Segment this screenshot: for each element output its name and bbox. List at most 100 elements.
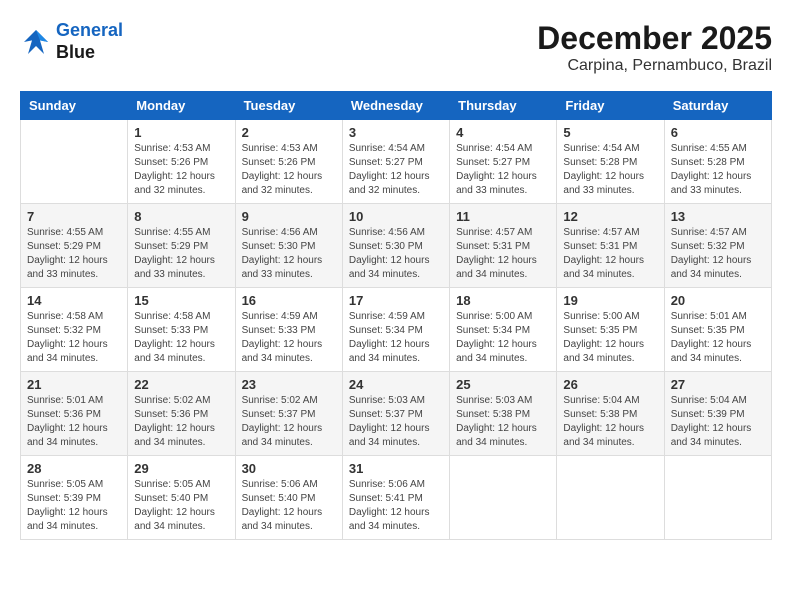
calendar-cell: 23 Sunrise: 5:02 AM Sunset: 5:37 PM Dayli… bbox=[235, 372, 342, 456]
title-section: December 2025 Carpina, Pernambuco, Brazi… bbox=[537, 20, 772, 75]
day-number: 27 bbox=[671, 377, 765, 392]
col-header-wednesday: Wednesday bbox=[342, 92, 449, 120]
page-subtitle: Carpina, Pernambuco, Brazil bbox=[537, 57, 772, 75]
day-info: Sunrise: 5:05 AM Sunset: 5:40 PM Dayligh… bbox=[134, 478, 228, 534]
day-info: Sunrise: 4:56 AM Sunset: 5:30 PM Dayligh… bbox=[242, 226, 336, 282]
day-number: 14 bbox=[27, 293, 121, 308]
day-info: Sunrise: 4:57 AM Sunset: 5:32 PM Dayligh… bbox=[671, 226, 765, 282]
calendar-cell: 30Sunrise: 5:06 AM Sunset: 5:40 PM Dayli… bbox=[235, 456, 342, 540]
day-info: Sunrise: 4:59 AM Sunset: 5:33 PM Dayligh… bbox=[242, 310, 336, 366]
calendar-cell: 9Sunrise: 4:56 AM Sunset: 5:30 PM Daylig… bbox=[235, 204, 342, 288]
day-number: 16 bbox=[242, 293, 336, 308]
calendar-cell bbox=[21, 120, 128, 204]
calendar-cell: 4 Sunrise: 4:54 AM Sunset: 5:27 PM Daylig… bbox=[450, 120, 557, 204]
day-number: 11 bbox=[456, 209, 550, 224]
day-number: 3 bbox=[349, 125, 443, 140]
col-header-friday: Friday bbox=[557, 92, 664, 120]
day-info: Sunrise: 4:53 AM Sunset: 5:26 PM Dayligh… bbox=[134, 142, 228, 198]
calendar-cell: 8Sunrise: 4:55 AM Sunset: 5:29 PM Daylig… bbox=[128, 204, 235, 288]
calendar-cell: 29 Sunrise: 5:05 AM Sunset: 5:40 PM Dayli… bbox=[128, 456, 235, 540]
day-number: 29 bbox=[134, 461, 228, 476]
calendar-cell: 7Sunrise: 4:55 AM Sunset: 5:29 PM Daylig… bbox=[21, 204, 128, 288]
col-header-tuesday: Tuesday bbox=[235, 92, 342, 120]
calendar-week-5: 28 Sunrise: 5:05 AM Sunset: 5:39 PM Dayli… bbox=[21, 456, 772, 540]
day-number: 2 bbox=[242, 125, 336, 140]
day-number: 13 bbox=[671, 209, 765, 224]
calendar-cell: 17Sunrise: 4:59 AM Sunset: 5:34 PM Dayli… bbox=[342, 288, 449, 372]
day-number: 1 bbox=[134, 125, 228, 140]
day-number: 18 bbox=[456, 293, 550, 308]
day-number: 5 bbox=[563, 125, 657, 140]
day-info: Sunrise: 5:00 AM Sunset: 5:34 PM Dayligh… bbox=[456, 310, 550, 366]
calendar-cell: 20Sunrise: 5:01 AM Sunset: 5:35 PM Dayli… bbox=[664, 288, 771, 372]
calendar-cell bbox=[664, 456, 771, 540]
day-number: 26 bbox=[563, 377, 657, 392]
calendar-cell: 5 Sunrise: 4:54 AM Sunset: 5:28 PM Daylig… bbox=[557, 120, 664, 204]
day-number: 28 bbox=[27, 461, 121, 476]
calendar-week-4: 21Sunrise: 5:01 AM Sunset: 5:36 PM Dayli… bbox=[21, 372, 772, 456]
calendar-week-3: 14 Sunrise: 4:58 AM Sunset: 5:32 PM Dayli… bbox=[21, 288, 772, 372]
day-info: Sunrise: 4:53 AM Sunset: 5:26 PM Dayligh… bbox=[242, 142, 336, 198]
day-info: Sunrise: 5:03 AM Sunset: 5:37 PM Dayligh… bbox=[349, 394, 443, 450]
day-info: Sunrise: 5:05 AM Sunset: 5:39 PM Dayligh… bbox=[27, 478, 121, 534]
col-header-sunday: Sunday bbox=[21, 92, 128, 120]
calendar-cell: 26Sunrise: 5:04 AM Sunset: 5:38 PM Dayli… bbox=[557, 372, 664, 456]
day-number: 24 bbox=[349, 377, 443, 392]
day-info: Sunrise: 4:54 AM Sunset: 5:27 PM Dayligh… bbox=[456, 142, 550, 198]
day-info: Sunrise: 5:00 AM Sunset: 5:35 PM Dayligh… bbox=[563, 310, 657, 366]
calendar-cell: 27Sunrise: 5:04 AM Sunset: 5:39 PM Dayli… bbox=[664, 372, 771, 456]
calendar-cell: 31 Sunrise: 5:06 AM Sunset: 5:41 PM Dayli… bbox=[342, 456, 449, 540]
calendar-cell: 28 Sunrise: 5:05 AM Sunset: 5:39 PM Dayli… bbox=[21, 456, 128, 540]
day-number: 19 bbox=[563, 293, 657, 308]
calendar-cell: 6 Sunrise: 4:55 AM Sunset: 5:28 PM Daylig… bbox=[664, 120, 771, 204]
day-info: Sunrise: 4:55 AM Sunset: 5:29 PM Dayligh… bbox=[134, 226, 228, 282]
day-number: 30 bbox=[242, 461, 336, 476]
day-info: Sunrise: 5:02 AM Sunset: 5:37 PM Dayligh… bbox=[242, 394, 336, 450]
day-info: Sunrise: 4:55 AM Sunset: 5:28 PM Dayligh… bbox=[671, 142, 765, 198]
calendar-cell: 21Sunrise: 5:01 AM Sunset: 5:36 PM Dayli… bbox=[21, 372, 128, 456]
calendar-cell: 2 Sunrise: 4:53 AM Sunset: 5:26 PM Daylig… bbox=[235, 120, 342, 204]
page-title: December 2025 bbox=[537, 20, 772, 57]
col-header-monday: Monday bbox=[128, 92, 235, 120]
logo-icon bbox=[20, 26, 52, 58]
calendar-cell: 15Sunrise: 4:58 AM Sunset: 5:33 PM Dayli… bbox=[128, 288, 235, 372]
header: General Blue December 2025 Carpina, Pern… bbox=[20, 20, 772, 75]
calendar-cell bbox=[557, 456, 664, 540]
calendar-cell: 3Sunrise: 4:54 AM Sunset: 5:27 PM Daylig… bbox=[342, 120, 449, 204]
logo-line1: General bbox=[56, 20, 123, 40]
day-number: 21 bbox=[27, 377, 121, 392]
day-info: Sunrise: 5:02 AM Sunset: 5:36 PM Dayligh… bbox=[134, 394, 228, 450]
day-number: 10 bbox=[349, 209, 443, 224]
day-number: 6 bbox=[671, 125, 765, 140]
day-info: Sunrise: 4:58 AM Sunset: 5:33 PM Dayligh… bbox=[134, 310, 228, 366]
calendar-cell: 16 Sunrise: 4:59 AM Sunset: 5:33 PM Dayli… bbox=[235, 288, 342, 372]
day-number: 23 bbox=[242, 377, 336, 392]
day-number: 31 bbox=[349, 461, 443, 476]
logo: General Blue bbox=[20, 20, 123, 63]
calendar-cell: 25Sunrise: 5:03 AM Sunset: 5:38 PM Dayli… bbox=[450, 372, 557, 456]
calendar-week-1: 1 Sunrise: 4:53 AM Sunset: 5:26 PM Daylig… bbox=[21, 120, 772, 204]
calendar-cell: 12 Sunrise: 4:57 AM Sunset: 5:31 PM Dayli… bbox=[557, 204, 664, 288]
calendar-cell bbox=[450, 456, 557, 540]
day-info: Sunrise: 4:57 AM Sunset: 5:31 PM Dayligh… bbox=[563, 226, 657, 282]
col-header-thursday: Thursday bbox=[450, 92, 557, 120]
day-number: 17 bbox=[349, 293, 443, 308]
day-number: 22 bbox=[134, 377, 228, 392]
col-header-saturday: Saturday bbox=[664, 92, 771, 120]
day-number: 4 bbox=[456, 125, 550, 140]
day-info: Sunrise: 4:56 AM Sunset: 5:30 PM Dayligh… bbox=[349, 226, 443, 282]
calendar-cell: 22 Sunrise: 5:02 AM Sunset: 5:36 PM Dayli… bbox=[128, 372, 235, 456]
day-number: 20 bbox=[671, 293, 765, 308]
day-info: Sunrise: 4:58 AM Sunset: 5:32 PM Dayligh… bbox=[27, 310, 121, 366]
day-info: Sunrise: 4:54 AM Sunset: 5:28 PM Dayligh… bbox=[563, 142, 657, 198]
day-number: 12 bbox=[563, 209, 657, 224]
calendar-table: SundayMondayTuesdayWednesdayThursdayFrid… bbox=[20, 91, 772, 540]
calendar-cell: 11Sunrise: 4:57 AM Sunset: 5:31 PM Dayli… bbox=[450, 204, 557, 288]
calendar-cell: 14 Sunrise: 4:58 AM Sunset: 5:32 PM Dayli… bbox=[21, 288, 128, 372]
logo-line2: Blue bbox=[56, 42, 123, 64]
day-info: Sunrise: 5:03 AM Sunset: 5:38 PM Dayligh… bbox=[456, 394, 550, 450]
calendar-cell: 1 Sunrise: 4:53 AM Sunset: 5:26 PM Daylig… bbox=[128, 120, 235, 204]
day-info: Sunrise: 5:06 AM Sunset: 5:41 PM Dayligh… bbox=[349, 478, 443, 534]
calendar-header-row: SundayMondayTuesdayWednesdayThursdayFrid… bbox=[21, 92, 772, 120]
calendar-cell: 10 Sunrise: 4:56 AM Sunset: 5:30 PM Dayli… bbox=[342, 204, 449, 288]
